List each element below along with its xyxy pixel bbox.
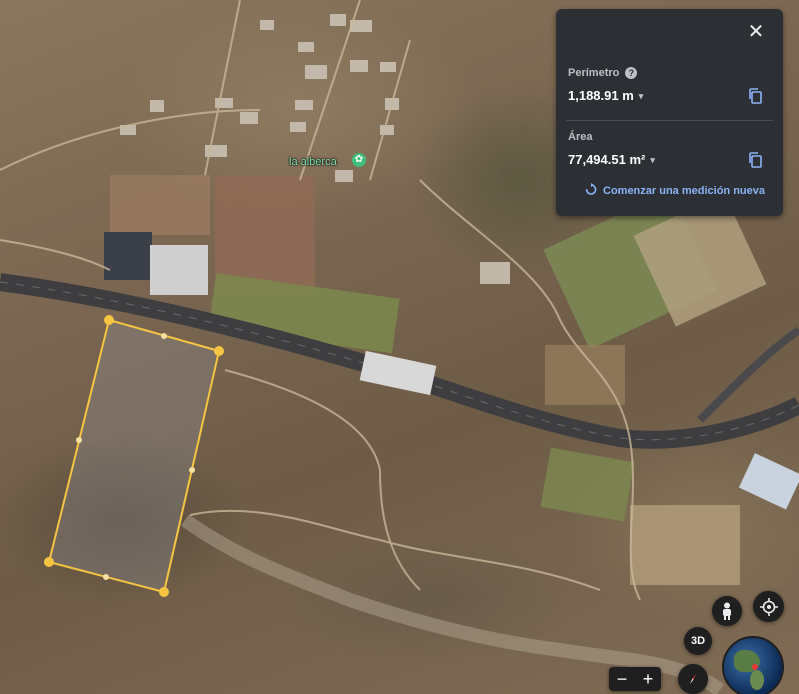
field [110, 175, 210, 235]
area-label: Área [568, 131, 593, 143]
zoom-out-button[interactable]: − [610, 667, 634, 691]
park-icon[interactable]: ✿ [352, 153, 366, 167]
vertex-handle [104, 315, 114, 325]
midpoint-handle [76, 437, 82, 443]
perimeter-value-text: 1,188.91 m [568, 88, 634, 103]
midpoint-handle [103, 574, 109, 580]
new-measurement-button[interactable]: Comenzar una medición nueva [603, 185, 765, 197]
vertex-handle [44, 557, 54, 567]
field [540, 447, 635, 522]
vertex-handle [159, 587, 169, 597]
field [545, 345, 625, 405]
restart-icon[interactable] [585, 183, 597, 196]
my-location-icon[interactable] [753, 591, 784, 622]
toll-plaza [359, 350, 437, 396]
area-value[interactable]: 77,494.51 m² ▾ [568, 152, 655, 167]
pegman-icon[interactable] [712, 596, 742, 626]
perimeter-value[interactable]: 1,188.91 m ▾ [568, 88, 643, 103]
view-3d-button[interactable]: 3D [684, 627, 712, 655]
copy-icon[interactable] [747, 87, 765, 105]
vertex-handle [214, 346, 224, 356]
copy-icon[interactable] [747, 151, 765, 169]
perimeter-label-text: Perímetro [568, 67, 620, 79]
divider [566, 120, 773, 121]
zoom-control: − + [609, 667, 661, 691]
zoom-in-button[interactable]: + [636, 667, 660, 691]
lot [150, 245, 208, 295]
globe-icon[interactable] [722, 636, 784, 694]
close-icon[interactable]: ✕ [745, 21, 767, 43]
measured-area-polygon[interactable] [47, 318, 221, 594]
measure-panel: ✕ Perímetro? 1,188.91 m ▾ Área 77,494.51 … [556, 9, 783, 216]
greenhouse [738, 453, 799, 510]
midpoint-handle [161, 333, 167, 339]
chevron-down-icon[interactable]: ▾ [639, 91, 644, 101]
compass-icon[interactable] [678, 664, 708, 694]
lot [104, 232, 152, 280]
perimeter-label: Perímetro? [568, 67, 638, 80]
place-label[interactable]: la alberca [289, 156, 337, 168]
help-icon[interactable]: ? [625, 67, 638, 80]
area-value-text: 77,494.51 m² [568, 152, 646, 167]
chevron-down-icon[interactable]: ▾ [650, 155, 655, 165]
midpoint-handle [189, 467, 195, 473]
field [630, 505, 740, 585]
